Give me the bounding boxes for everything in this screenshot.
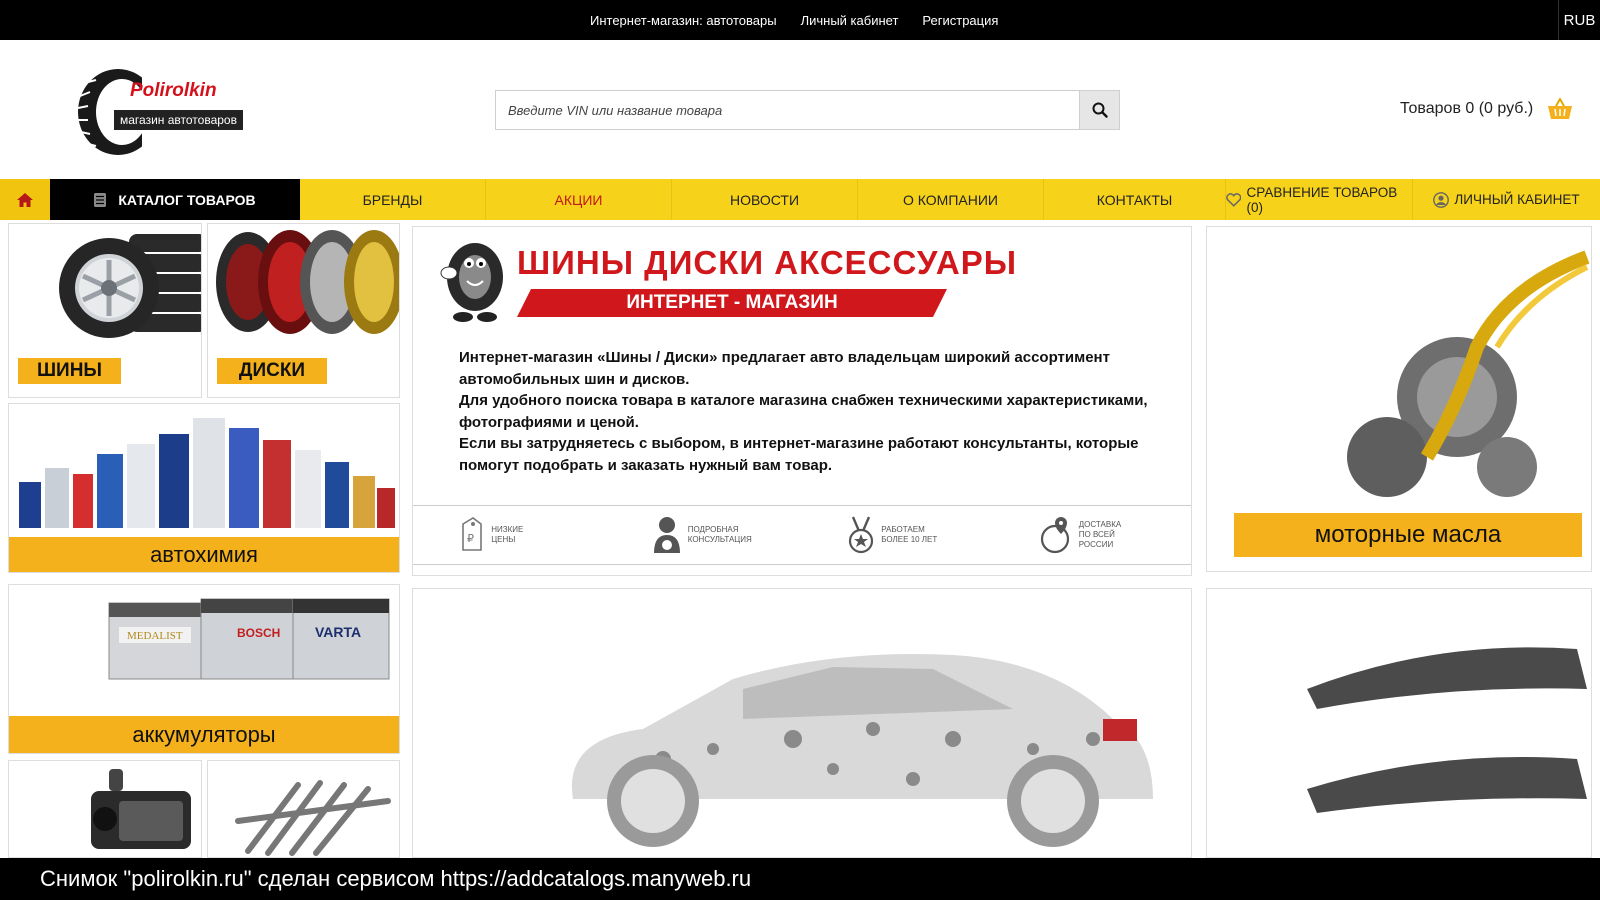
search-icon xyxy=(1092,102,1108,118)
category-tile-chemistry[interactable]: автохимия xyxy=(8,403,400,573)
tools-image xyxy=(235,780,391,856)
feature-consultation: ПОДРОБНАЯ КОНСУЛЬТАЦИЯ xyxy=(608,506,803,564)
wheels-label: ДИСКИ xyxy=(217,358,327,384)
top-link-account[interactable]: Личный кабинет xyxy=(801,13,899,28)
header: Polirolkin магазин автотоваров Товаров 0… xyxy=(0,40,1600,178)
price-tag-icon: ₽ xyxy=(462,517,483,551)
page: Интернет-магазин: автотовары Личный каби… xyxy=(0,0,1600,900)
chemistry-label: автохимия xyxy=(9,537,399,572)
nav-contacts[interactable]: КОНТАКТЫ xyxy=(1044,179,1226,220)
dashcam-image xyxy=(91,769,191,849)
top-links: Интернет-магазин: автотовары Личный каби… xyxy=(590,0,998,40)
site-logo[interactable]: Polirolkin магазин автотоваров xyxy=(72,66,262,156)
nav-promotions[interactable]: АКЦИИ xyxy=(486,179,672,220)
banner-subtitle: ИНТЕРНЕТ - МАГАЗИН xyxy=(517,289,947,317)
category-tile-tires[interactable]: ШИНЫ xyxy=(8,223,202,398)
nav-about[interactable]: О КОМПАНИИ xyxy=(858,179,1044,220)
battery-brand-medalist: MEDALIST xyxy=(127,630,183,642)
top-link-register[interactable]: Регистрация xyxy=(922,13,998,28)
feature-low-prices: ₽ НИЗКИЕ ЦЕНЫ xyxy=(413,506,608,564)
banner-paragraph: Интернет-магазин «Шины / Диски» предлага… xyxy=(459,349,1110,388)
currency-selector[interactable]: RUB xyxy=(1558,0,1600,40)
cart[interactable]: Товаров 0 (0 руб.) xyxy=(1400,98,1573,120)
medal-icon xyxy=(849,516,874,554)
menu-list-icon xyxy=(94,192,107,207)
battery-brand-varta: VARTA xyxy=(315,624,361,640)
category-tile-batteries[interactable]: MEDALIST BOSCH VARTA аккумуляторы xyxy=(8,584,400,754)
user-icon xyxy=(1433,191,1450,208)
car-parts-image xyxy=(571,654,1153,847)
nav-compare[interactable]: СРАВНЕНИЕ ТОВАРОВ (0) xyxy=(1226,179,1413,220)
delivery-location-icon xyxy=(1040,517,1069,554)
battery-brand-bosch: BOSCH xyxy=(237,626,280,640)
search-button[interactable] xyxy=(1080,90,1120,130)
category-tile-tools[interactable] xyxy=(207,760,400,858)
feature-delivery: ДОСТАВКА ПО ВСЕЙ РОССИИ xyxy=(997,506,1192,564)
category-tile-electronics[interactable] xyxy=(8,760,202,858)
category-tile-wheels[interactable]: ДИСКИ xyxy=(207,223,400,398)
screenshot-watermark: Снимок "polirolkin.ru" сделан сервисом h… xyxy=(0,858,1600,900)
logo-name: Polirolkin xyxy=(130,80,217,101)
main-nav: КАТАЛОГ ТОВАРОВ БРЕНДЫ АКЦИИ НОВОСТИ О К… xyxy=(0,179,1600,220)
promo-banner: ШИНЫ ДИСКИ АКСЕССУАРЫ ИНТЕРНЕТ - МАГАЗИН… xyxy=(412,226,1192,576)
home-button[interactable] xyxy=(0,179,50,220)
feature-experience: РАБОТАЕМ БОЛЕЕ 10 ЛЕТ xyxy=(802,506,997,564)
feature-label: НИЗКИЕ ЦЕНЫ xyxy=(491,525,524,544)
batteries-label: аккумуляторы xyxy=(9,716,399,753)
heart-icon xyxy=(1226,192,1242,207)
catalog-label: КАТАЛОГ ТОВАРОВ xyxy=(118,191,256,208)
top-link-shop[interactable]: Интернет-магазин: автотовары xyxy=(590,13,777,28)
consultant-icon xyxy=(653,517,680,553)
svg-text:₽: ₽ xyxy=(467,532,474,545)
motor-oils-label: моторные масла xyxy=(1234,513,1582,557)
batteries-image: MEDALIST BOSCH VARTA xyxy=(108,598,390,680)
category-tile-motor-oils[interactable]: моторные масла xyxy=(1206,226,1592,572)
nav-brands[interactable]: БРЕНДЫ xyxy=(300,179,486,220)
tires-label: ШИНЫ xyxy=(18,358,121,384)
auto-parts-banner[interactable] xyxy=(412,588,1192,858)
banner-description: Интернет-магазин «Шины / Диски» предлага… xyxy=(459,347,1159,476)
feature-label: ПОДРОБНАЯ КОНСУЛЬТАЦИЯ xyxy=(687,525,752,544)
feature-label: ДОСТАВКА ПО ВСЕЙ РОССИИ xyxy=(1078,520,1122,549)
basket-icon xyxy=(1548,98,1573,119)
feature-label: РАБОТАЕМ БОЛЕЕ 10 ЛЕТ xyxy=(881,525,938,544)
nav-account[interactable]: ЛИЧНЫЙ КАБИНЕТ xyxy=(1413,179,1600,220)
cart-summary: Товаров 0 (0 руб.) xyxy=(1400,100,1534,117)
nav-news[interactable]: НОВОСТИ xyxy=(672,179,858,220)
search-bar xyxy=(495,90,1120,130)
features-row: ₽ НИЗКИЕ ЦЕНЫ ПОДРОБНАЯ КОНСУЛЬТАЦИЯ РАБ… xyxy=(413,505,1191,565)
banner-paragraph: Для удобного поиска товара в каталоге ма… xyxy=(459,392,1148,431)
wiper-blades-image xyxy=(1307,647,1587,813)
home-icon xyxy=(17,192,33,207)
logo-tagline: магазин автотоваров xyxy=(114,110,243,130)
chemistry-image xyxy=(19,418,395,528)
catalog-button[interactable]: КАТАЛОГ ТОВАРОВ xyxy=(50,179,300,220)
tire-mascot-icon xyxy=(440,243,503,322)
compare-label: СРАВНЕНИЕ ТОВАРОВ (0) xyxy=(1246,184,1398,215)
banner-paragraph: Если вы затрудняетесь с выбором, в интер… xyxy=(459,435,1139,474)
category-tile-wipers[interactable] xyxy=(1206,588,1592,858)
search-input[interactable] xyxy=(495,90,1080,130)
top-bar: Интернет-магазин: автотовары Личный каби… xyxy=(0,0,1600,40)
banner-title: ШИНЫ ДИСКИ АКСЕССУАРЫ xyxy=(517,244,1018,281)
account-label: ЛИЧНЫЙ КАБИНЕТ xyxy=(1454,192,1580,207)
